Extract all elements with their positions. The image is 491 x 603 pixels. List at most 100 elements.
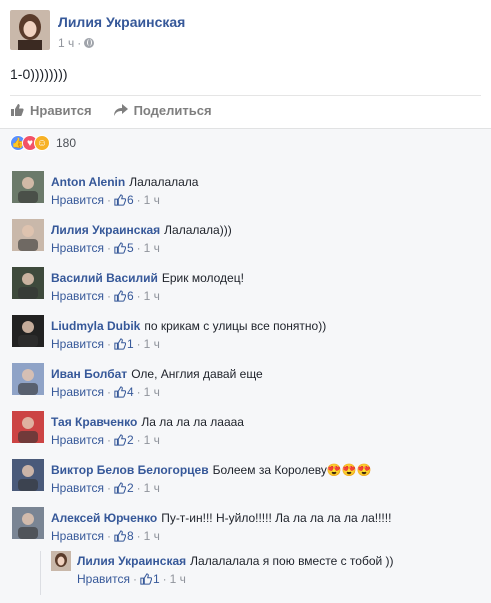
comment-meta: Нравится · 6 · 1 ч	[51, 289, 160, 303]
author-avatar[interactable]	[10, 10, 50, 50]
comment-author[interactable]: Тая Кравченко	[51, 415, 137, 429]
meta-separator: ·	[132, 572, 137, 586]
meta-separator: ·	[136, 481, 141, 495]
reply-like-button[interactable]: Нравится	[77, 572, 130, 586]
comment-meta: Нравится · 4 · 1 ч	[51, 385, 160, 399]
comment-avatar[interactable]	[12, 507, 44, 539]
comment-author[interactable]: Anton Alenin	[51, 175, 125, 189]
comment-time[interactable]: 1 ч	[144, 481, 160, 495]
comment-meta: Нравится · 2 · 1 ч	[51, 481, 160, 495]
comment-like-count[interactable]: 6	[114, 289, 134, 303]
reply-author[interactable]: Лилия Украинская	[77, 554, 186, 568]
comment-like-button[interactable]: Нравится	[51, 529, 104, 543]
reactions-summary[interactable]: 👍 ♥ ☺ 180	[10, 135, 76, 151]
meta-separator: ·	[77, 36, 82, 50]
comment-body: Liudmyla Dubik по крикам с улицы все поня…	[51, 318, 326, 334]
comment-like-count[interactable]: 2	[114, 433, 134, 447]
meta-separator: ·	[106, 337, 111, 351]
comment-author[interactable]: Лилия Украинская	[51, 223, 160, 237]
meta-separator: ·	[136, 433, 141, 447]
comment-avatar[interactable]	[12, 315, 44, 347]
thumbs-up-icon	[114, 530, 126, 542]
comment-like-count[interactable]: 6	[114, 193, 134, 207]
comment-avatar[interactable]	[12, 219, 44, 251]
comment-author[interactable]: Виктор Белов Белогорцев	[51, 463, 209, 477]
comment-author[interactable]: Иван Болбат	[51, 367, 127, 381]
reply-text: Лалалалала я пою вместе с тобой ))	[190, 554, 394, 568]
comment: Тая Кравченко Ла ла ла ла лаааа Нравится …	[12, 411, 482, 455]
comment-like-button[interactable]: Нравится	[51, 289, 104, 303]
reply-meta: Нравится · 1 · 1 ч	[77, 572, 186, 586]
comment-likes: 6	[126, 289, 134, 303]
comment-avatar[interactable]	[12, 411, 44, 443]
meta-separator: ·	[136, 385, 141, 399]
comment-body: Anton Alenin Лалалалала	[51, 174, 198, 190]
reply-avatar[interactable]	[51, 551, 71, 571]
comment-text: Лалалалала	[129, 175, 199, 189]
comment-body: Василий Василий Ерик молодец!	[51, 270, 244, 286]
comment-like-count[interactable]: 5	[114, 241, 134, 255]
comment-like-button[interactable]: Нравится	[51, 385, 104, 399]
comment: Лилия Украинская Лалалала))) Нравится · 5…	[12, 219, 482, 263]
comment-text: Лалалала)))	[164, 223, 232, 237]
like-button[interactable]: Нравится	[10, 103, 92, 118]
meta-separator: ·	[106, 433, 111, 447]
comment-like-button[interactable]: Нравится	[51, 337, 104, 351]
meta-separator: ·	[106, 241, 111, 255]
comment-like-button[interactable]: Нравится	[51, 433, 104, 447]
thumbs-up-icon	[114, 290, 126, 302]
comment-author[interactable]: Алексей Юрченко	[51, 511, 157, 525]
share-button[interactable]: Поделиться	[113, 103, 212, 118]
meta-separator: ·	[136, 193, 141, 207]
comment-like-count[interactable]: 1	[114, 337, 134, 351]
post-author-name[interactable]: Лилия Украинская	[58, 14, 185, 30]
comment-likes: 4	[126, 385, 134, 399]
comment-text: Ерик молодец!	[161, 271, 244, 285]
meta-separator: ·	[106, 481, 111, 495]
comment-author[interactable]: Liudmyla Dubik	[51, 319, 140, 333]
thumbs-up-icon	[114, 386, 126, 398]
comment-meta: Нравится · 1 · 1 ч	[51, 337, 160, 351]
comment-like-button[interactable]: Нравится	[51, 481, 104, 495]
comment-body: Иван Болбат Оле, Англия давай еще	[51, 366, 263, 382]
comment-body: Виктор Белов Белогорцев Болеем за Королев…	[51, 462, 372, 478]
comment-author[interactable]: Василий Василий	[51, 271, 158, 285]
reply-like-count[interactable]: 1	[140, 572, 160, 586]
comment: Виктор Белов Белогорцев Болеем за Королев…	[12, 459, 482, 503]
comment-body: Лилия Украинская Лалалала)))	[51, 222, 232, 238]
comment-time[interactable]: 1 ч	[144, 241, 160, 255]
reply-body: Лилия Украинская Лалалалала я пою вместе …	[77, 553, 394, 569]
comment-like-count[interactable]: 2	[114, 481, 134, 495]
comment-like-button[interactable]: Нравится	[51, 193, 104, 207]
globe-icon[interactable]	[84, 38, 95, 48]
meta-separator: ·	[136, 529, 141, 543]
post-time[interactable]: 1 ч	[58, 36, 74, 50]
comment-avatar[interactable]	[12, 459, 44, 491]
haha-reaction-icon: ☺	[34, 135, 50, 151]
comment-time[interactable]: 1 ч	[144, 433, 160, 447]
comment-text: Болеем за Королеву😍😍😍	[212, 463, 372, 477]
meta-separator: ·	[162, 572, 167, 586]
comment-avatar[interactable]	[12, 267, 44, 299]
comment-time[interactable]: 1 ч	[144, 193, 160, 207]
post-header: Лилия Украинская 1 ч ·	[10, 10, 481, 54]
comment-body: Тая Кравченко Ла ла ла ла лаааа	[51, 414, 244, 430]
comment-avatar[interactable]	[12, 171, 44, 203]
comment-reply: Лилия Украинская Лалалалала я пою вместе …	[40, 551, 480, 595]
comment-likes: 2	[126, 433, 134, 447]
post-text: 1-0))))))))	[10, 66, 68, 82]
comment: Иван Болбат Оле, Англия давай еще Нравитс…	[12, 363, 482, 407]
comment-time[interactable]: 1 ч	[144, 385, 160, 399]
comment-time[interactable]: 1 ч	[144, 529, 160, 543]
reply-time[interactable]: 1 ч	[170, 572, 186, 586]
meta-separator: ·	[106, 193, 111, 207]
thumbs-up-icon	[114, 434, 126, 446]
comment-time[interactable]: 1 ч	[144, 289, 160, 303]
thumbs-up-icon	[140, 573, 152, 585]
comment-time[interactable]: 1 ч	[144, 337, 160, 351]
comment-avatar[interactable]	[12, 363, 44, 395]
comment-like-count[interactable]: 8	[114, 529, 134, 543]
comment-meta: Нравится · 8 · 1 ч	[51, 529, 160, 543]
comment-like-count[interactable]: 4	[114, 385, 134, 399]
comment-like-button[interactable]: Нравится	[51, 241, 104, 255]
